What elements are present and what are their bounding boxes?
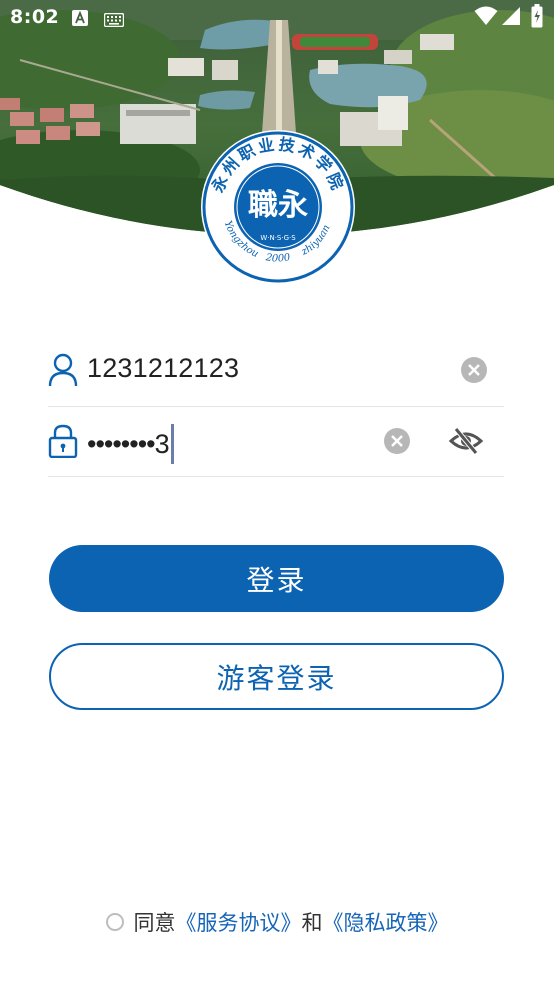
service-agreement-link[interactable]: 《服务协议》 xyxy=(176,907,302,937)
password-field[interactable]: •••••••• 3 xyxy=(48,406,504,477)
status-time: 8:02 xyxy=(10,6,60,28)
agree-prefix: 同意 xyxy=(133,911,176,935)
toggle-password-visibility-button[interactable] xyxy=(448,423,484,459)
clear-password-button[interactable] xyxy=(384,428,410,454)
password-mask: •••••••• xyxy=(87,428,156,459)
keyboard-icon xyxy=(103,12,125,31)
login-screen: 8:02 永州职业技术学院 職永 W·N·S·G·S Yongzhou 2000… xyxy=(0,0,554,985)
status-bar: 8:02 xyxy=(0,0,554,36)
logo-initials: W·N·S·G·S xyxy=(260,234,296,242)
logo-calligraphy: 職永 xyxy=(248,188,308,223)
eye-off-icon xyxy=(448,427,484,455)
agreement-row: 同意 《服务协议》 和 《隐私政策》 xyxy=(0,904,554,940)
text-caret xyxy=(170,424,174,464)
lock-icon xyxy=(48,424,78,459)
svg-text:2000: 2000 xyxy=(264,252,292,265)
account-field[interactable]: 1231212123 xyxy=(48,336,504,407)
agree-radio-button[interactable] xyxy=(105,913,124,931)
battery-icon xyxy=(531,4,543,32)
privacy-policy-link[interactable]: 《隐私政策》 xyxy=(323,907,449,937)
college-logo-seal: 永州职业技术学院 職永 W·N·S·G·S Yongzhou 2000 zhiy… xyxy=(199,128,357,286)
guest-login-button[interactable]: 游客登录 xyxy=(49,643,504,710)
password-input[interactable]: •••••••• 3 xyxy=(87,424,174,464)
wifi-icon xyxy=(474,6,498,30)
clear-account-button[interactable] xyxy=(461,357,487,383)
close-icon xyxy=(468,364,480,376)
cellular-signal-icon xyxy=(501,6,521,30)
logo-year: 2000 xyxy=(264,252,292,265)
agree-conjunction: 和 xyxy=(301,911,323,935)
a-notification-icon xyxy=(72,10,88,30)
password-last-char: 3 xyxy=(154,428,170,459)
login-button[interactable]: 登录 xyxy=(49,545,504,612)
user-icon xyxy=(48,353,78,387)
account-input[interactable]: 1231212123 xyxy=(87,353,239,384)
close-icon xyxy=(391,435,403,447)
